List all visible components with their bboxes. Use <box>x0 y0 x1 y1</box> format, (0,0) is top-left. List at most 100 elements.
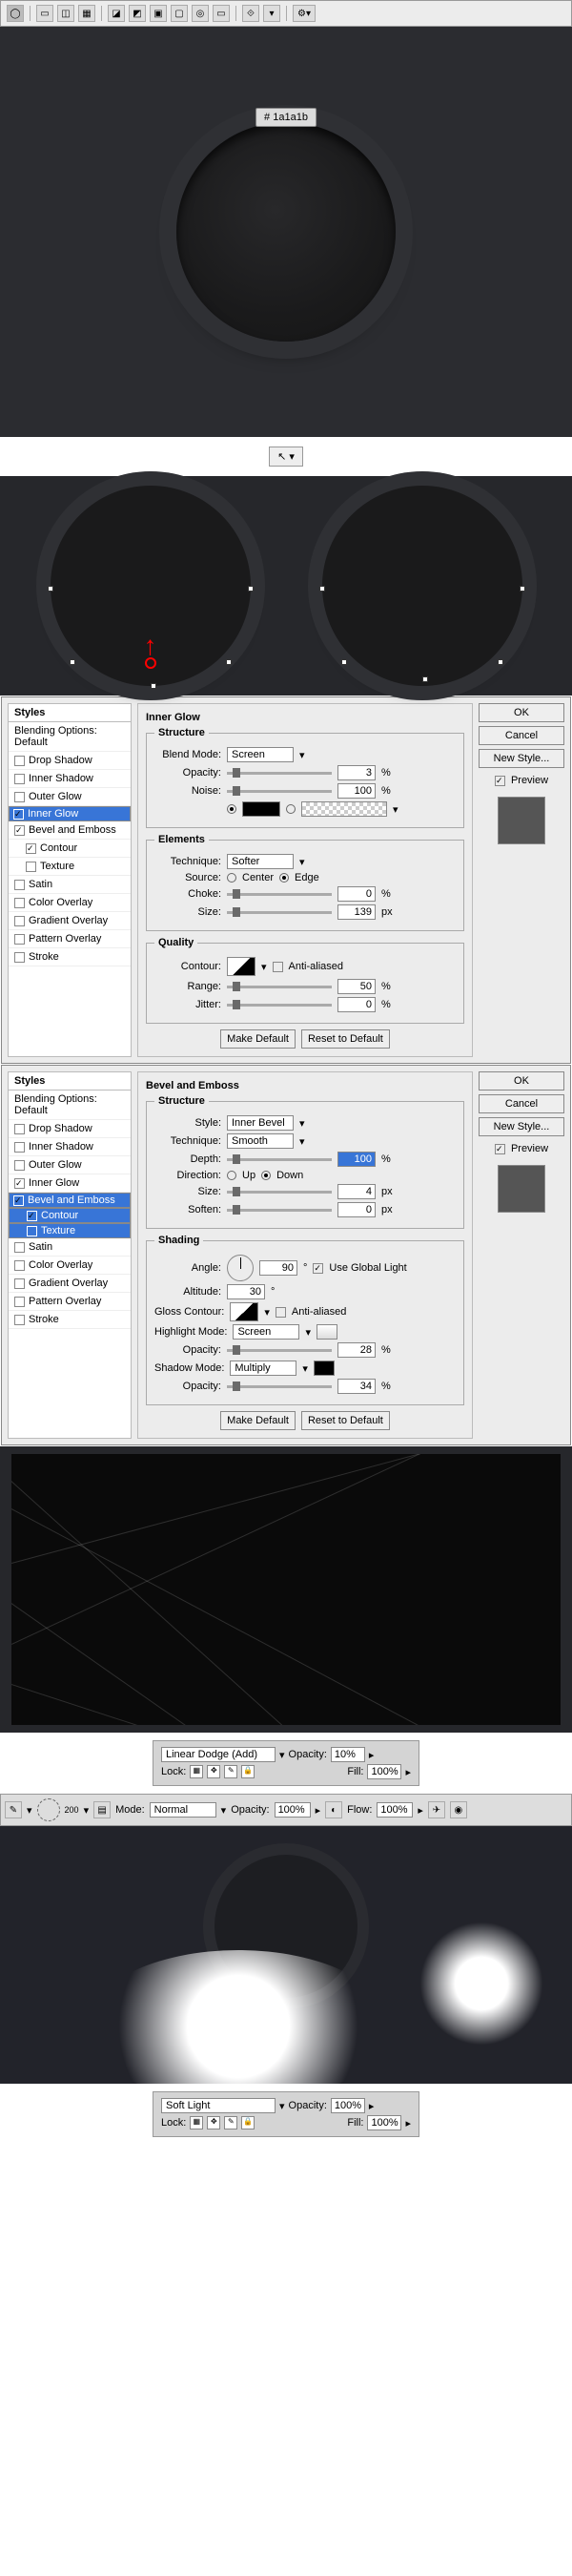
lock-brush-icon[interactable]: ✎ <box>224 2116 237 2129</box>
blend-mode-select[interactable]: Screen <box>227 747 294 762</box>
brush-mode-select[interactable]: Normal <box>150 1802 216 1818</box>
style-color-overlay[interactable]: Color Overlay <box>9 894 131 912</box>
dir-up[interactable] <box>227 1171 236 1180</box>
brush-tool-icon[interactable]: ✎ <box>5 1801 22 1818</box>
glow-gradient[interactable] <box>301 801 387 817</box>
opacity-slider[interactable] <box>227 772 332 775</box>
style-stroke[interactable]: Stroke <box>9 948 131 966</box>
soften-input[interactable]: 0 <box>337 1202 376 1217</box>
lock-all-icon[interactable]: 🔒 <box>241 2116 255 2129</box>
brush-flow[interactable]: 100% <box>377 1802 413 1818</box>
new-style-button[interactable]: New Style... <box>479 749 564 768</box>
blending-options[interactable]: Blending Options: Default <box>9 1091 131 1120</box>
lock-pixels-icon[interactable]: ▦ <box>190 2116 203 2129</box>
brush-size[interactable]: 200 <box>65 1805 79 1815</box>
brush-opacity[interactable]: 100% <box>275 1802 311 1818</box>
cancel-button[interactable]: Cancel <box>479 726 564 745</box>
style-stroke[interactable]: Stroke <box>9 1311 131 1329</box>
airbrush-icon[interactable]: ✈ <box>428 1801 445 1818</box>
style-outer-glow[interactable]: Outer Glow <box>9 1156 131 1174</box>
preview-checkbox[interactable] <box>495 1144 505 1154</box>
style-color-overlay[interactable]: Color Overlay <box>9 1257 131 1275</box>
shape-mode-icon[interactable]: ◫ <box>57 5 74 22</box>
shape-exclude-icon[interactable]: ◎ <box>192 5 209 22</box>
pressure-size-icon[interactable]: ◉ <box>450 1801 467 1818</box>
lock-position-icon[interactable]: ✥ <box>207 1765 220 1778</box>
make-default-button[interactable]: Make Default <box>220 1411 296 1430</box>
blending-options[interactable]: Blending Options: Default <box>9 722 131 752</box>
path-mode-icon[interactable]: ▭ <box>36 5 53 22</box>
angle-input[interactable]: 90 <box>259 1260 297 1276</box>
reset-default-button[interactable]: Reset to Default <box>301 1411 390 1430</box>
size-slider[interactable] <box>227 911 332 914</box>
style-drop-shadow[interactable]: Drop Shadow <box>9 752 131 770</box>
style-gradient-overlay[interactable]: Gradient Overlay <box>9 912 131 930</box>
style-outer-glow[interactable]: Outer Glow <box>9 788 131 806</box>
choke-slider[interactable] <box>227 893 332 896</box>
style-bevel-emboss[interactable]: Bevel and Emboss <box>9 1193 131 1208</box>
style-pattern-overlay[interactable]: Pattern Overlay <box>9 1293 131 1311</box>
layer-fill[interactable]: 100% <box>367 2115 401 2130</box>
style-dropdown-icon[interactable]: ▾ <box>263 5 280 22</box>
style-inner-glow[interactable]: Inner Glow <box>9 806 131 821</box>
technique-select[interactable]: Softer <box>227 854 294 869</box>
noise-slider[interactable] <box>227 790 332 793</box>
subtract-icon[interactable]: ◩ <box>129 5 146 22</box>
contour-picker[interactable] <box>227 957 255 976</box>
shadow-opacity-input[interactable]: 34 <box>337 1379 376 1394</box>
style-bevel-emboss[interactable]: Bevel and Emboss <box>9 821 131 840</box>
style-pattern-overlay[interactable]: Pattern Overlay <box>9 930 131 948</box>
knob-right[interactable] <box>322 486 522 686</box>
style-inner-glow[interactable]: Inner Glow <box>9 1174 131 1193</box>
anti-aliased-checkbox[interactable] <box>273 962 283 972</box>
style-contour[interactable]: Contour <box>9 840 131 858</box>
shadow-opacity-slider[interactable] <box>227 1385 332 1388</box>
blend-mode-select[interactable]: Soft Light <box>161 2098 276 2113</box>
make-default-button[interactable]: Make Default <box>220 1029 296 1049</box>
source-center[interactable] <box>227 873 236 883</box>
style-inner-shadow[interactable]: Inner Shadow <box>9 1138 131 1156</box>
highlight-color[interactable] <box>317 1324 337 1340</box>
dir-down[interactable] <box>261 1171 271 1180</box>
link-icon[interactable]: ⟐ <box>242 5 259 22</box>
exclude-icon[interactable]: ▢ <box>171 5 188 22</box>
soften-slider[interactable] <box>227 1209 332 1212</box>
pressure-opacity-icon[interactable]: ◐ <box>325 1801 342 1818</box>
gloss-aa-checkbox[interactable] <box>276 1307 286 1318</box>
style-satin[interactable]: Satin <box>9 876 131 894</box>
highlight-opacity-slider[interactable] <box>227 1349 332 1352</box>
choke-input[interactable]: 0 <box>337 886 376 902</box>
knob-left[interactable]: ↑ <box>51 486 251 686</box>
size-input[interactable]: 139 <box>337 904 376 920</box>
bevel-style-select[interactable]: Inner Bevel <box>227 1115 294 1131</box>
reset-default-button[interactable]: Reset to Default <box>301 1029 390 1049</box>
color-radio[interactable] <box>227 804 236 814</box>
ok-button[interactable]: OK <box>479 703 564 722</box>
style-texture[interactable]: Texture <box>9 858 131 876</box>
style-gradient-overlay[interactable]: Gradient Overlay <box>9 1275 131 1293</box>
combine-icon[interactable]: ◪ <box>108 5 125 22</box>
ellipse-tool-icon[interactable]: ◯ <box>7 5 24 22</box>
lock-position-icon[interactable]: ✥ <box>207 2116 220 2129</box>
highlight-opacity-input[interactable]: 28 <box>337 1342 376 1358</box>
style-inner-shadow[interactable]: Inner Shadow <box>9 770 131 788</box>
range-input[interactable]: 50 <box>337 979 376 994</box>
lock-all-icon[interactable]: 🔒 <box>241 1765 255 1778</box>
noise-input[interactable]: 100 <box>337 783 376 799</box>
cursor-button[interactable]: ↖ ▾ <box>269 447 303 467</box>
angle-dial[interactable] <box>227 1255 254 1281</box>
layer-opacity[interactable]: 100% <box>331 2098 365 2113</box>
align-icon[interactable]: ▭ <box>213 5 230 22</box>
style-drop-shadow[interactable]: Drop Shadow <box>9 1120 131 1138</box>
layer-fill[interactable]: 100% <box>367 1764 401 1779</box>
shadow-mode-select[interactable]: Multiply <box>230 1361 296 1376</box>
bevel-size-slider[interactable] <box>227 1191 332 1194</box>
pixel-mode-icon[interactable]: ▦ <box>78 5 95 22</box>
range-slider[interactable] <box>227 986 332 988</box>
knob-shape[interactable] <box>176 122 396 342</box>
glow-color[interactable] <box>242 801 280 817</box>
new-style-button[interactable]: New Style... <box>479 1117 564 1136</box>
cancel-button[interactable]: Cancel <box>479 1094 564 1113</box>
gradient-radio[interactable] <box>286 804 296 814</box>
depth-input[interactable]: 100 <box>337 1152 376 1167</box>
